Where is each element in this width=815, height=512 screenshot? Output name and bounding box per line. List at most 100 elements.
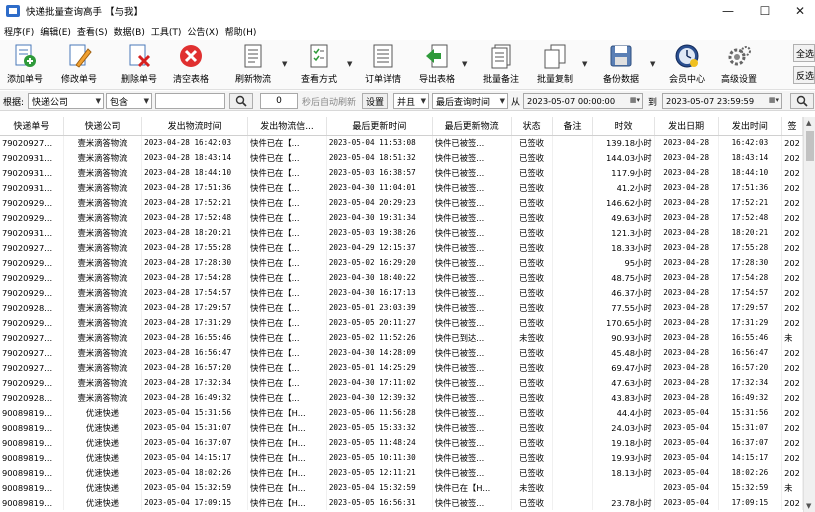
table-row[interactable]: 90089819... 优速快递 2023-05-04 18:02:26 快件已在【H… [0, 465, 803, 480]
table-cell: 2023-05-05 11:48:24 [326, 435, 433, 450]
column-header[interactable]: 时效 [592, 117, 655, 136]
menu-view[interactable]: 查看(S) [77, 25, 108, 38]
table-row[interactable]: 79020929... 壹米滴答物流 2023-04-28 17:28:30 快件已在… [0, 255, 803, 270]
table-cell [592, 480, 655, 495]
table-row[interactable]: 79020929... 壹米滴答物流 2023-04-28 17:32:34 快件已在… [0, 375, 803, 390]
minimize-icon[interactable]: — [711, 0, 745, 22]
invert-selection-button[interactable]: 反选 [793, 66, 815, 84]
table-row[interactable]: 79020931... 壹米滴答物流 2023-04-28 17:51:36 快件已在… [0, 180, 803, 195]
column-header[interactable]: 最后更新时间 [326, 117, 433, 136]
table-row[interactable]: 79020931... 壹米滴答物流 2023-04-28 18:20:21 快件已在… [0, 225, 803, 240]
backup-data-button[interactable]: 备份数据 [600, 43, 642, 87]
to-date-picker[interactable]: 2023-05-07 23:59:59 ▦▾ [662, 93, 782, 109]
column-header[interactable]: 发出日期 [654, 117, 719, 136]
menu-notice[interactable]: 公告(X) [187, 25, 218, 38]
table-cell: 2023-05-04 [654, 405, 719, 420]
menu-program[interactable]: 程序(F) [4, 25, 34, 38]
column-header[interactable]: 快递公司 [63, 117, 143, 136]
logic-select[interactable]: 并且 ▼ [393, 93, 429, 109]
view-mode-button[interactable]: 查看方式 [298, 43, 340, 87]
column-header[interactable]: 状态 [511, 117, 553, 136]
table-row[interactable]: 79020929... 壹米滴答物流 2023-04-28 17:52:21 快件已在… [0, 195, 803, 210]
table-row[interactable]: 79020929... 壹米滴答物流 2023-04-28 17:54:57 快件已在… [0, 285, 803, 300]
column-header[interactable]: 最后更新物流 [432, 117, 512, 136]
search-icon [796, 95, 808, 107]
column-header[interactable]: 发出物流信... [247, 117, 327, 136]
export-dropdown-icon[interactable]: ▼ [462, 60, 467, 68]
table-row[interactable]: 79020927... 壹米滴答物流 2023-04-28 16:42:03 快件已在… [0, 135, 803, 150]
view-mode-dropdown-icon[interactable]: ▼ [347, 60, 352, 68]
table-cell: 121.3小时 [592, 225, 655, 240]
member-center-button[interactable]: 会员中心 [666, 43, 708, 87]
column-header[interactable]: 备注 [552, 117, 594, 136]
filter-field-select[interactable]: 快递公司 ▼ [28, 93, 104, 109]
select-all-button[interactable]: 全选 [793, 44, 815, 62]
table-row[interactable]: 90089819... 优速快递 2023-05-04 16:37:07 快件已在【H… [0, 435, 803, 450]
date-search-button[interactable] [790, 93, 814, 109]
column-header[interactable]: 签 [781, 117, 803, 136]
delete-number-button[interactable]: 删除单号 [118, 43, 160, 87]
table-row[interactable]: 90089819... 优速快递 2023-05-04 15:31:56 快件已在【H… [0, 405, 803, 420]
table-row[interactable]: 79020927... 壹米滴答物流 2023-04-28 16:56:47 快件已在… [0, 345, 803, 360]
vertical-scrollbar[interactable]: ▲ ▼ [803, 117, 815, 512]
refresh-dropdown-icon[interactable]: ▼ [282, 60, 287, 68]
table-cell: 快件已被签... [432, 240, 512, 255]
order-detail-button[interactable]: 订单详情 [362, 43, 404, 87]
table-row[interactable]: 79020929... 壹米滴答物流 2023-04-28 17:52:48 快件已在… [0, 210, 803, 225]
copy-dropdown-icon[interactable]: ▼ [582, 60, 587, 68]
table-cell: 2023-05-04 [654, 450, 719, 465]
auto-refresh-seconds-input[interactable]: 0 [260, 93, 298, 109]
table-cell: 19.18小时 [592, 435, 655, 450]
from-date-picker[interactable]: 2023-05-07 00:00:00 ▦▾ [523, 93, 643, 109]
table-cell: 79020929... [0, 375, 64, 390]
table-row[interactable]: 90089819... 优速快递 2023-05-04 15:32:59 快件已在【H… [0, 480, 803, 495]
scroll-up-icon[interactable]: ▲ [806, 119, 811, 127]
filter-search-button[interactable] [229, 93, 253, 109]
column-header[interactable]: 发出时间 [718, 117, 783, 136]
edit-number-button[interactable]: 修改单号 [58, 43, 100, 87]
filter-keyword-input[interactable] [155, 93, 225, 109]
export-table-button[interactable]: 导出表格 [416, 43, 458, 87]
column-header[interactable]: 发出物流时间 [141, 117, 249, 136]
settings-button[interactable]: 设置 [362, 93, 388, 109]
logic-value: 并且 [397, 97, 416, 108]
table-cell: 壹米滴答物流 [63, 165, 143, 180]
add-number-button[interactable]: 添加单号 [4, 43, 46, 87]
table-row[interactable]: 79020928... 壹米滴答物流 2023-04-28 16:49:32 快件已在… [0, 390, 803, 405]
menu-data[interactable]: 数据(B) [114, 25, 145, 38]
filter-operator-select[interactable]: 包含 ▼ [106, 93, 152, 109]
table-row[interactable]: 79020929... 壹米滴答物流 2023-04-28 17:54:28 快件已在… [0, 270, 803, 285]
table-row[interactable]: 79020927... 壹米滴答物流 2023-04-28 17:55:28 快件已在… [0, 240, 803, 255]
table-row[interactable]: 79020927... 壹米滴答物流 2023-04-28 16:55:46 快件已在… [0, 330, 803, 345]
table-cell: 2023-05-02 16:29:20 [326, 255, 433, 270]
advanced-settings-button[interactable]: 高级设置 [718, 43, 760, 87]
table-cell [552, 240, 594, 255]
column-header[interactable]: 快递单号 [0, 117, 64, 136]
menu-tools[interactable]: 工具(T) [151, 25, 182, 38]
batch-note-button[interactable]: 批量备注 [480, 43, 522, 87]
table-cell: 优速快递 [63, 435, 143, 450]
table-row[interactable]: 79020927... 壹米滴答物流 2023-04-28 16:57:20 快件已在… [0, 360, 803, 375]
table-row[interactable]: 90089819... 优速快递 2023-05-04 17:09:15 快件已在【H… [0, 495, 803, 510]
table-row[interactable]: 79020931... 壹米滴答物流 2023-04-28 18:44:10 快件已在… [0, 165, 803, 180]
close-icon[interactable]: ✕ [783, 0, 815, 22]
maximize-icon[interactable]: ☐ [748, 0, 782, 22]
backup-dropdown-icon[interactable]: ▼ [650, 60, 655, 68]
time-field-select[interactable]: 最后查询时间 ▼ [432, 93, 508, 109]
table-row[interactable]: 79020929... 壹米滴答物流 2023-04-28 17:31:29 快件已在… [0, 315, 803, 330]
table-cell: 18:20:21 [718, 225, 783, 240]
tracking-grid: 快递单号 快递公司 发出物流时间 发出物流信... 最后更新时间 最后更新物流 状态 备注 时效… [0, 117, 803, 510]
table-cell: 17:55:28 [718, 240, 783, 255]
table-row[interactable]: 79020928... 壹米滴答物流 2023-04-28 17:29:57 快件已在… [0, 300, 803, 315]
menu-help[interactable]: 帮助(H) [225, 25, 257, 38]
clear-table-button[interactable]: 清空表格 [170, 43, 212, 87]
batch-copy-button[interactable]: 批量复制 [534, 43, 576, 87]
scroll-thumb[interactable] [806, 131, 814, 161]
table-row[interactable]: 79020931... 壹米滴答物流 2023-04-28 18:43:14 快件已在… [0, 150, 803, 165]
table-cell: 快件已在【H... [247, 480, 327, 495]
refresh-logistics-button[interactable]: 刷新物流 [232, 43, 274, 87]
table-row[interactable]: 90089819... 优速快递 2023-05-04 15:31:07 快件已在【H… [0, 420, 803, 435]
menu-edit[interactable]: 编辑(E) [40, 25, 71, 38]
scroll-down-icon[interactable]: ▼ [806, 502, 811, 510]
table-row[interactable]: 90089819... 优速快递 2023-05-04 14:15:17 快件已在【H… [0, 450, 803, 465]
